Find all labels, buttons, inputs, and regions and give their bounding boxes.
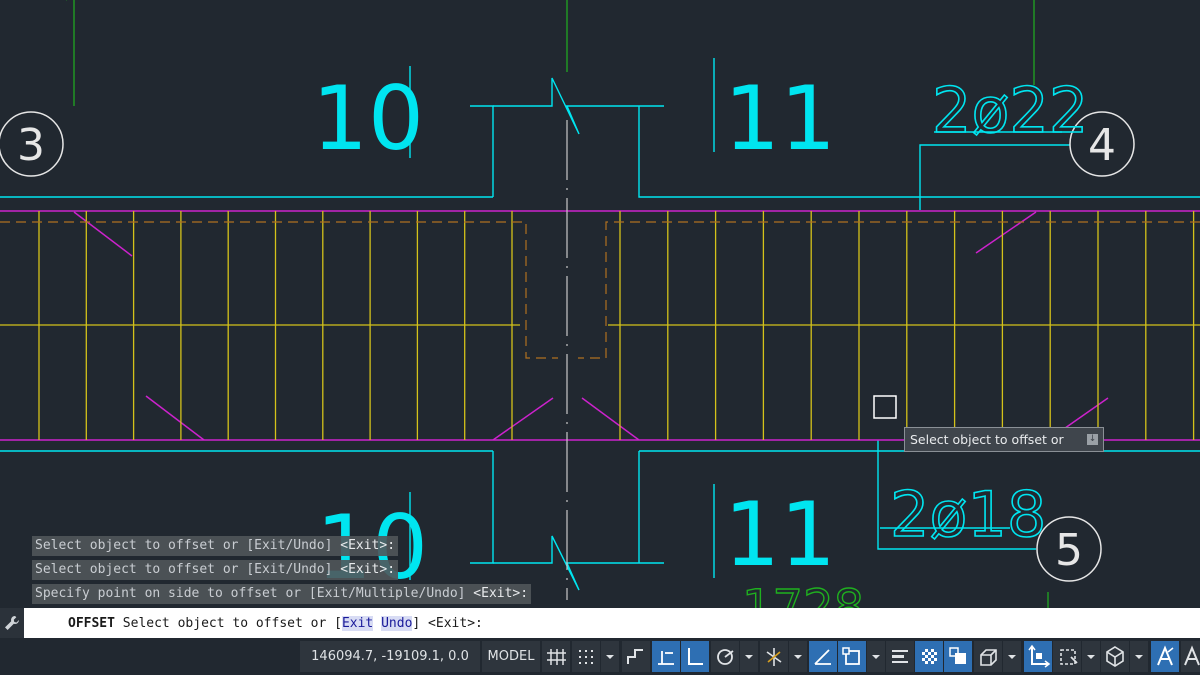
span-label: 10 xyxy=(312,67,424,170)
polar-tracking-icon[interactable] xyxy=(711,641,739,672)
tooltip-text: Select object to offset or xyxy=(910,432,1064,447)
model-space-button[interactable]: MODEL xyxy=(482,641,540,672)
command-history-line: Select object to offset or [Exit/Undo] <… xyxy=(32,536,399,556)
chevron-down-icon[interactable] xyxy=(1003,641,1021,672)
autocad-window: 3 4 5 10 11 10 11 2ø22 2ø18 1728 Select … xyxy=(0,0,1200,675)
dynamic-input-icon[interactable] xyxy=(652,641,680,672)
infer-constraints-icon[interactable] xyxy=(622,641,650,672)
dynamic-ucs-icon[interactable] xyxy=(1024,641,1052,672)
command-prompt: Select object to offset or [ xyxy=(122,616,342,631)
chevron-down-icon[interactable] xyxy=(1130,641,1148,672)
snap-mode-icon[interactable] xyxy=(572,641,600,672)
selection-cycling-icon[interactable] xyxy=(944,641,972,672)
chevron-down-icon[interactable] xyxy=(1082,641,1100,672)
command-history-line: Select object to offset or [Exit/Undo] <… xyxy=(32,560,399,580)
chevron-down-icon[interactable] xyxy=(740,641,758,672)
lineweight-icon[interactable] xyxy=(886,641,914,672)
rebar-label: 2ø22 xyxy=(932,74,1088,147)
command-history-line: Specify point on side to offset or [Exit… xyxy=(32,584,532,604)
selection-filter-icon[interactable] xyxy=(1053,641,1081,672)
customize-icon[interactable] xyxy=(0,608,24,638)
coordinates-readout[interactable]: 146094.7, -19109.1, 0.0 xyxy=(300,641,480,672)
3d-object-snap-icon[interactable] xyxy=(974,641,1002,672)
grid-bubble-label-4: 4 xyxy=(1088,120,1116,171)
option-exit[interactable]: Exit xyxy=(341,616,374,631)
span-label: 11 xyxy=(724,483,836,586)
object-snap-icon[interactable] xyxy=(838,641,866,672)
grid-bubble-label-3: 3 xyxy=(17,120,45,171)
autoscale-icon[interactable] xyxy=(1181,641,1200,672)
object-snap-tracking-icon[interactable] xyxy=(809,641,837,672)
option-undo[interactable]: Undo xyxy=(381,616,413,631)
grid-icon[interactable] xyxy=(542,641,570,672)
pickbox-cursor xyxy=(873,395,897,419)
transparency-icon[interactable] xyxy=(915,641,943,672)
command-tail: ] <Exit>: xyxy=(412,616,483,631)
rebar-label: 2ø18 xyxy=(890,478,1046,551)
span-label: 11 xyxy=(724,67,836,170)
chevron-down-icon[interactable] xyxy=(867,641,885,672)
annotation-visibility-icon[interactable] xyxy=(1151,641,1179,672)
gizmo-icon[interactable] xyxy=(1101,641,1129,672)
chevron-down-icon[interactable] xyxy=(601,641,619,672)
chevron-down-icon[interactable] xyxy=(789,641,807,672)
grid-bubble-label-5: 5 xyxy=(1055,525,1083,576)
isometric-icon[interactable] xyxy=(760,641,788,672)
command-name: OFFSET xyxy=(68,616,115,631)
ortho-mode-icon[interactable] xyxy=(681,641,709,672)
dynamic-input-tooltip: Select object to offset or ↓ xyxy=(904,427,1104,452)
arrow-down-icon[interactable]: ↓ xyxy=(1087,434,1098,445)
command-input[interactable]: OFFSET Select object to offset or [Exit … xyxy=(26,611,1200,657)
